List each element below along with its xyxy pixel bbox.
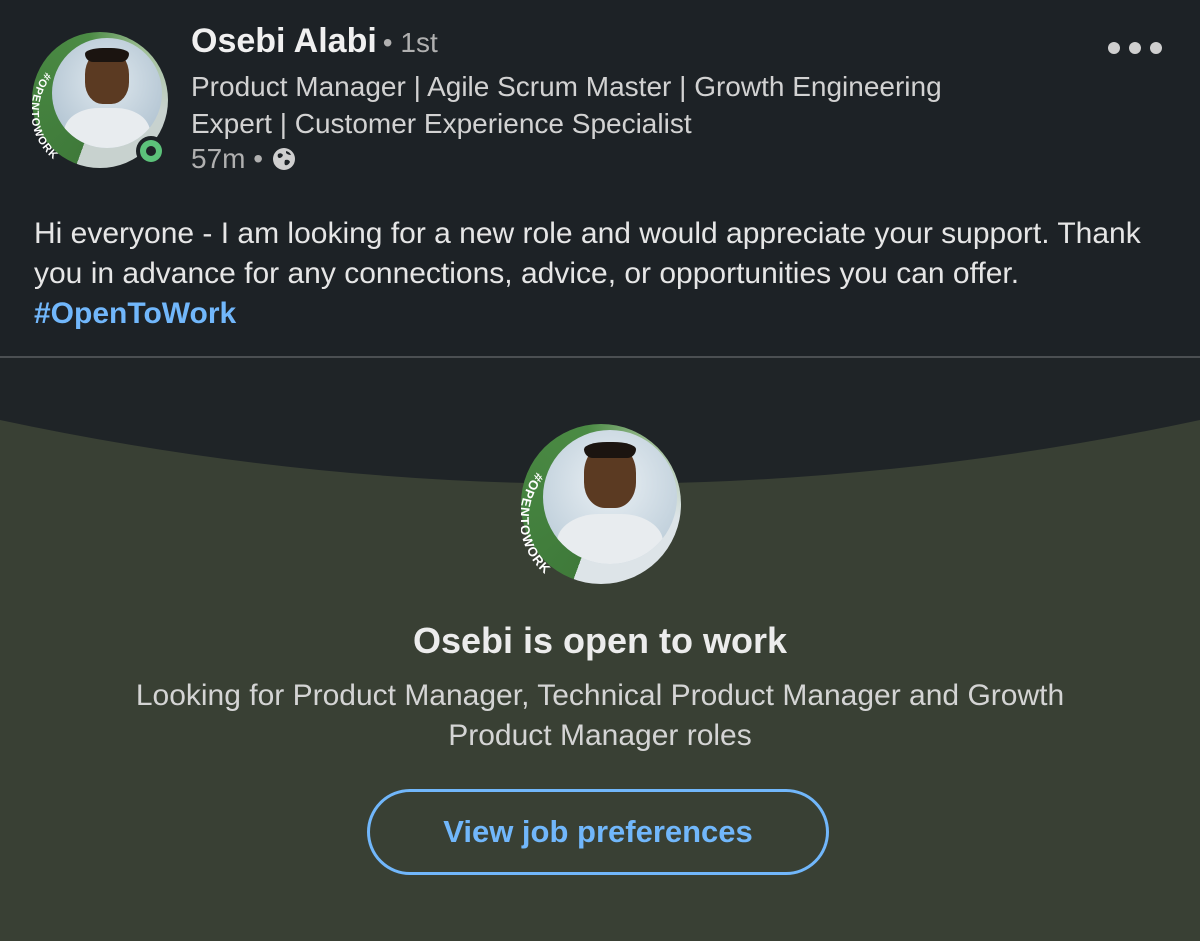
post-meta: 57m • (191, 143, 297, 175)
view-job-preferences-button[interactable]: View job preferences (367, 789, 829, 875)
post-time: 57m • (191, 143, 264, 174)
open-to-work-description: Looking for Product Manager, Technical P… (135, 679, 1065, 752)
svg-text:#OPENTOWORK: #OPENTOWORK (521, 470, 554, 577)
author-name[interactable]: Osebi Alabi (191, 22, 377, 60)
post-header: #OPENTOWORK Osebi Alabi• 1st Product Man… (0, 0, 1200, 356)
online-status-icon (136, 136, 166, 166)
globe-icon (273, 148, 296, 170)
hashtag-link[interactable]: #OpenToWork (34, 297, 236, 330)
post-body-text: Hi everyone - I am looking for a new rol… (34, 217, 1141, 290)
svg-text:#OPENTOWORK: #OPENTOWORK (32, 70, 60, 162)
connection-degree: • 1st (382, 27, 438, 58)
more-options-icon[interactable] (1108, 38, 1168, 58)
author-headline: Product Manager | Agile Scrum Master | G… (191, 71, 942, 139)
open-to-work-title: Osebi is open to work (412, 620, 788, 661)
open-to-work-card[interactable]: #OPENTOWORK Osebi is open to work Lookin… (0, 356, 1200, 941)
card-avatar: #OPENTOWORK (521, 424, 681, 584)
card-frame-label: #OPENTOWORK (521, 470, 554, 577)
post-body: Hi everyone - I am looking for a new rol… (34, 214, 1154, 334)
author-name-line[interactable]: Osebi Alabi • 1st (191, 22, 438, 61)
author-avatar[interactable]: #OPENTOWORK (32, 32, 168, 168)
